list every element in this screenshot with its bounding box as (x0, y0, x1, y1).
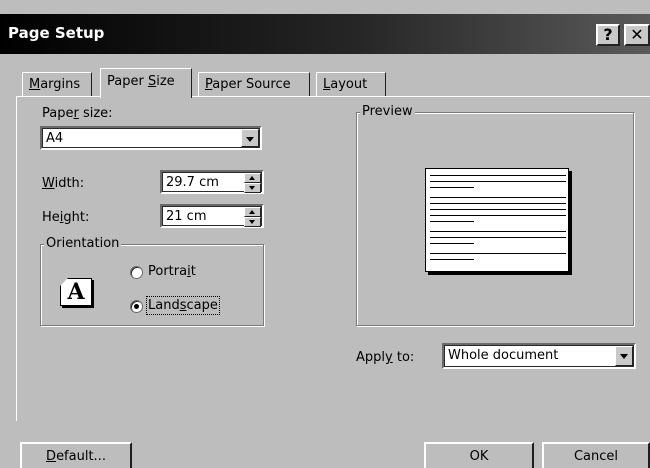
tab-paper-source[interactable]: Paper Source (198, 72, 310, 96)
label-text: Land (148, 298, 180, 313)
page-preview-image (425, 168, 569, 272)
paper-size-select[interactable]: A4 (40, 126, 262, 150)
portrait-radio[interactable] (130, 266, 143, 279)
spin-up-icon[interactable] (244, 207, 261, 217)
preview-line (430, 187, 474, 188)
preview-line (430, 181, 566, 182)
tab-layout[interactable]: Layout (316, 72, 386, 96)
tab-label: argins (40, 77, 81, 92)
label-text: ght: (63, 210, 90, 225)
preview-line (430, 203, 566, 204)
preview-line (430, 259, 474, 260)
preview-legend: Preview (360, 104, 415, 119)
preview-line (430, 175, 566, 176)
label-text: idth: (54, 176, 85, 191)
label-text: He (42, 210, 60, 225)
close-icon: ✕ (630, 25, 644, 44)
dialog-title: Page Setup (8, 24, 105, 42)
preview-line (430, 209, 566, 210)
label-text: to: (392, 350, 415, 365)
chevron-down-icon[interactable] (615, 346, 633, 366)
title-bar: Page Setup ? ✕ (0, 14, 650, 54)
label-text: Appl (356, 350, 386, 365)
help-icon: ? (603, 25, 613, 44)
default-button[interactable]: Default... (20, 442, 132, 468)
paper-size-label: Paper size: (42, 106, 113, 121)
tab-label: ayout (330, 77, 368, 92)
ok-button[interactable]: OK (424, 442, 534, 468)
apply-to-label: Apply to: (356, 350, 414, 365)
label-text: t (190, 264, 196, 279)
tab-label: aper Source (212, 77, 291, 92)
width-label: Width: (42, 176, 84, 191)
apply-to-value: Whole document (448, 348, 559, 363)
preview-line (430, 253, 566, 254)
help-button[interactable]: ? (596, 24, 620, 46)
page-setup-dialog: Page Setup ? ✕ Margins Paper Size Paper … (0, 0, 650, 468)
preview-line (430, 221, 474, 222)
width-spinner[interactable]: 29.7 cm (160, 170, 264, 194)
spin-down-icon[interactable] (244, 217, 261, 227)
preview-line (430, 231, 566, 232)
label-text: size: (78, 106, 113, 121)
close-button[interactable]: ✕ (624, 24, 650, 46)
apply-to-select[interactable]: Whole document (442, 343, 636, 369)
tab-label: ize (156, 74, 175, 89)
height-label: Height: (42, 210, 89, 225)
preview-line (430, 215, 566, 216)
button-label: D (46, 449, 57, 464)
chevron-down-icon[interactable] (241, 129, 259, 147)
label-text: cape (186, 298, 218, 313)
paper-size-value: A4 (46, 131, 64, 146)
preview-line (430, 243, 474, 244)
portrait-label[interactable]: Portrait (148, 264, 196, 279)
orientation-legend: Orientation (44, 236, 122, 251)
tab-paper-size[interactable]: Paper Size (100, 68, 192, 98)
tab-label: Paper (107, 74, 148, 89)
button-label: efault... (56, 449, 106, 464)
height-spinner[interactable]: 21 cm (160, 204, 264, 228)
landscape-label[interactable]: Landscape (146, 296, 220, 315)
tab-label: S (147, 74, 157, 89)
label-text: y (385, 350, 393, 365)
cancel-button[interactable]: Cancel (542, 442, 650, 468)
icon-letter: A (67, 279, 85, 305)
landscape-radio[interactable] (130, 300, 143, 313)
spin-down-icon[interactable] (244, 183, 261, 193)
preview-line (430, 237, 566, 238)
label-text: Portra (148, 264, 188, 279)
width-value: 29.7 cm (166, 175, 219, 190)
tab-margins[interactable]: Margins (22, 72, 92, 96)
landscape-page-icon: A (60, 278, 92, 306)
label-text: W (42, 176, 55, 191)
label-text: Pape (42, 106, 74, 121)
spin-up-icon[interactable] (244, 173, 261, 183)
height-value: 21 cm (166, 209, 207, 224)
tab-label: M (29, 77, 41, 92)
preview-line (430, 197, 566, 198)
